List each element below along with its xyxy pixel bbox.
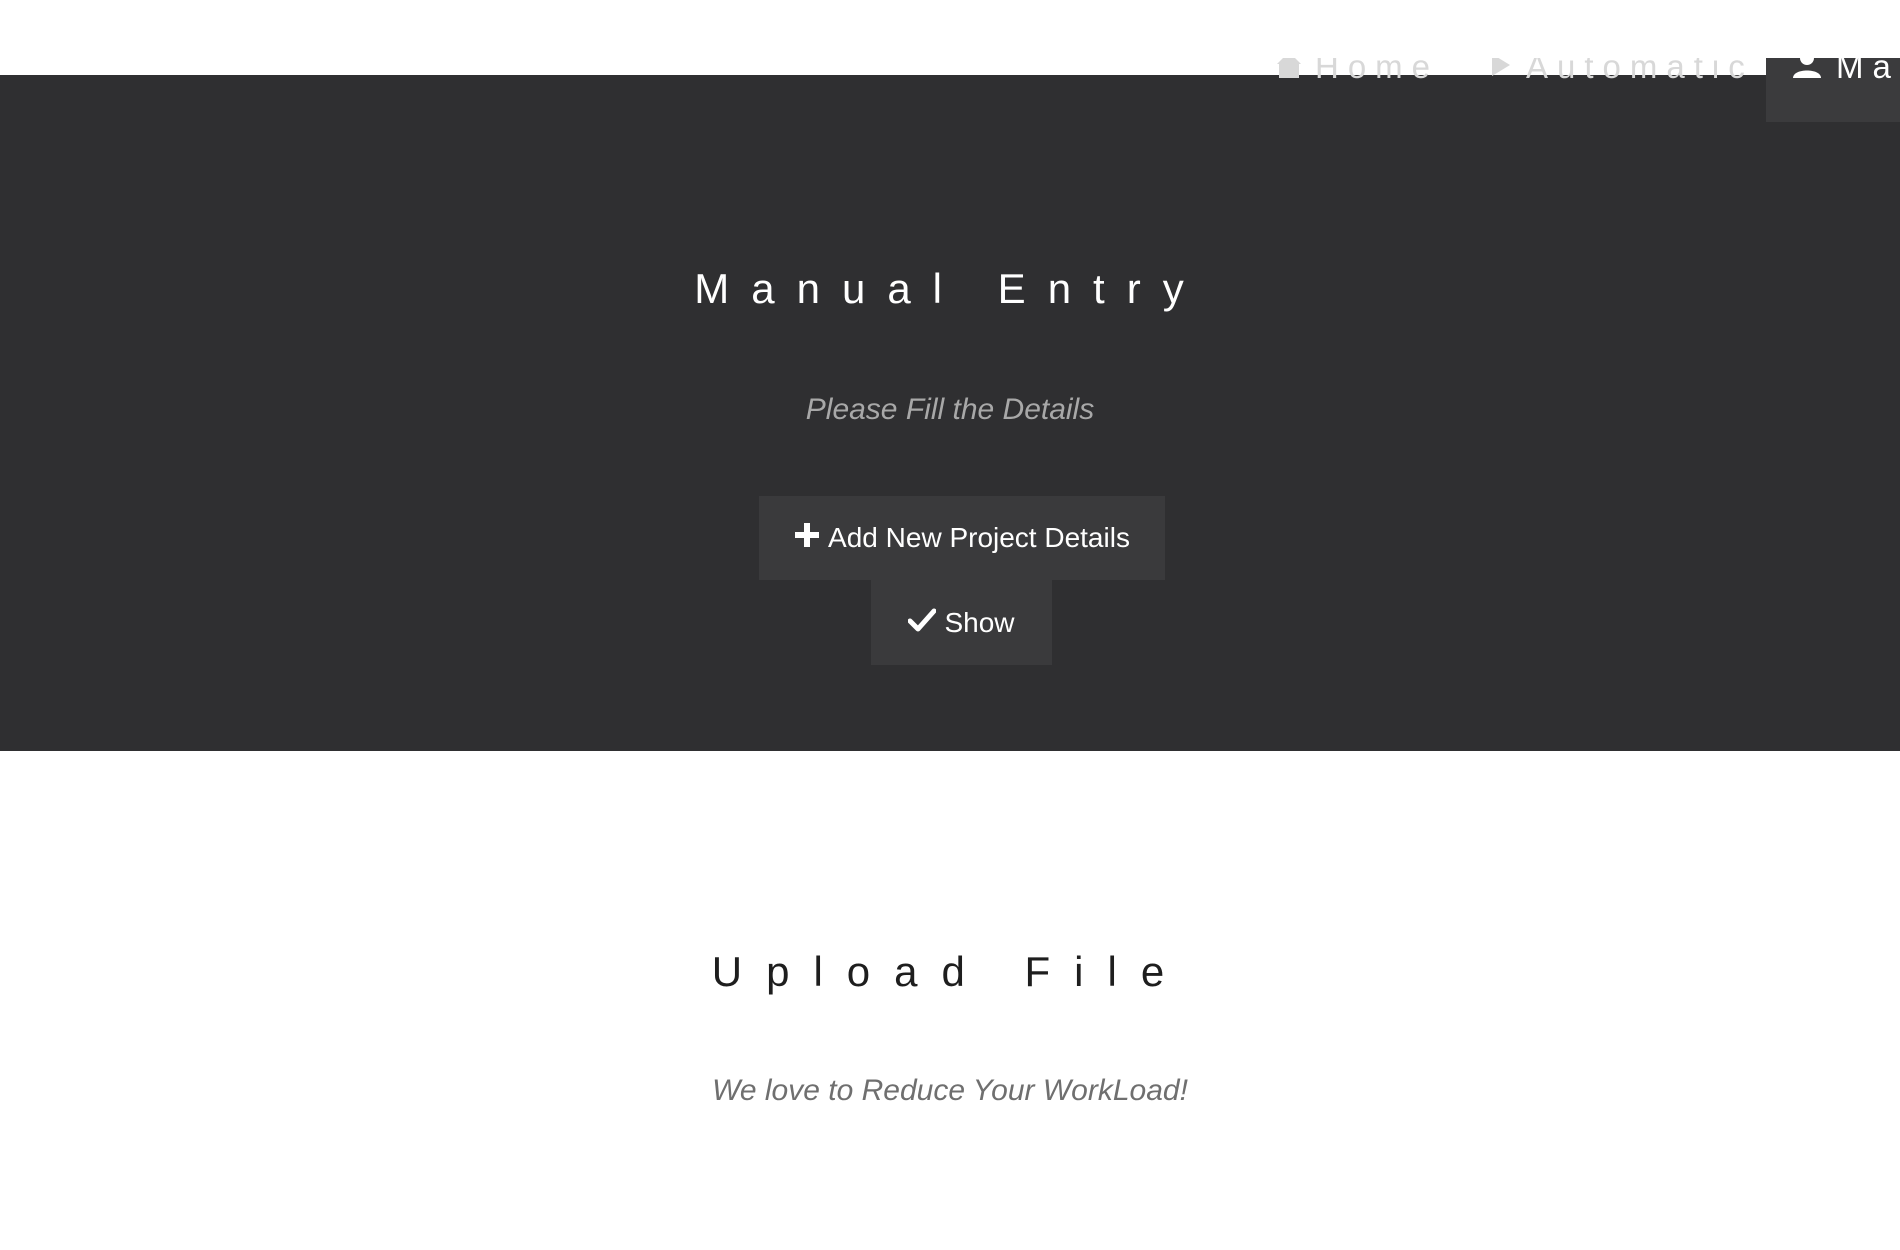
upload-file-subtitle: We love to Reduce Your WorkLoad!	[712, 1074, 1188, 1107]
home-icon	[1277, 58, 1315, 86]
nav-automatic[interactable]: Automatic	[1490, 58, 1754, 98]
manual-entry-subtitle: Please Fill the Details	[805, 393, 1095, 426]
page: Manual Entry Please Fill the Details Add…	[0, 0, 1900, 1250]
check-icon	[907, 607, 944, 639]
show-label: Show	[944, 606, 1015, 638]
play-icon	[1490, 58, 1526, 86]
nav-home[interactable]: Home	[1277, 58, 1439, 98]
plus-icon	[794, 522, 828, 555]
top-nav: Home Automatic Manual	[0, 58, 1900, 122]
manual-entry-title: Manual Entry	[694, 265, 1206, 312]
manual-entry-section: Manual Entry Please Fill the Details Add…	[0, 75, 1900, 751]
nav-automatic-label: Automatic	[1526, 58, 1754, 85]
show-button[interactable]: Show	[871, 580, 1052, 665]
nav-manual-label: Manual	[1836, 58, 1900, 85]
add-project-label: Add New Project Details	[828, 522, 1130, 553]
add-project-button[interactable]: Add New Project Details	[759, 496, 1165, 580]
upload-file-title: Upload File	[711, 948, 1189, 995]
nav-manual[interactable]: Manual	[1766, 58, 1900, 122]
nav-home-label: Home	[1315, 58, 1440, 85]
user-icon	[1792, 58, 1836, 86]
